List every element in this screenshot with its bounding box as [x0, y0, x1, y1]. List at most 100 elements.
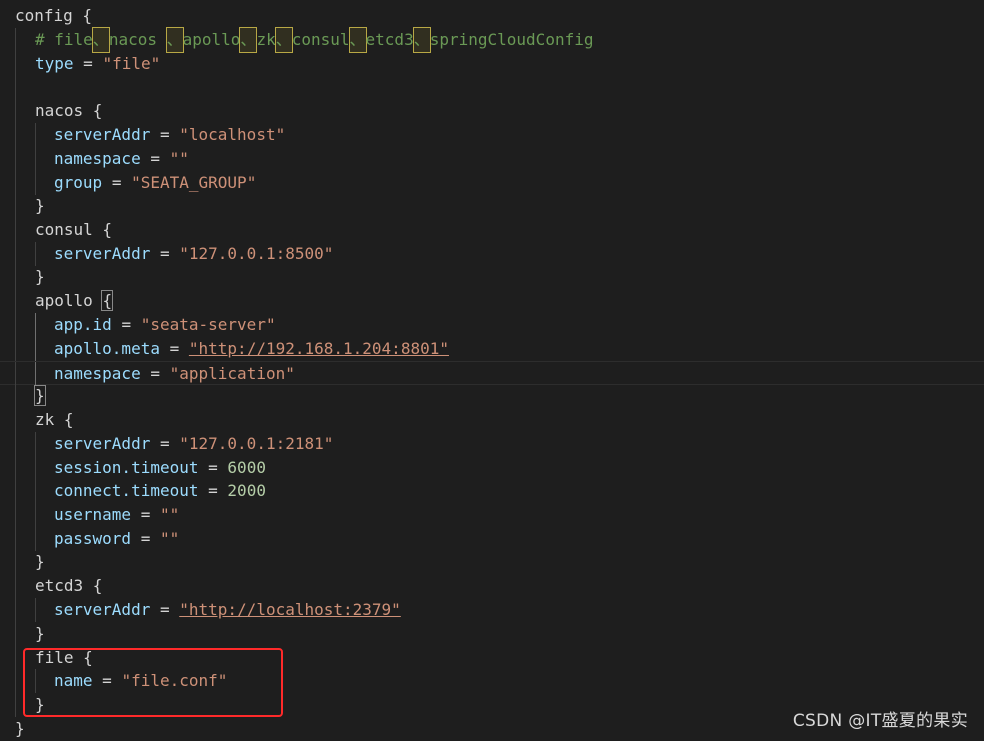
property-key: name: [54, 671, 93, 690]
property-key: type: [35, 54, 74, 73]
code-line[interactable]: serverAddr = "127.0.0.1:2181": [0, 432, 333, 456]
indent-guide: [15, 52, 16, 76]
indent-guide: [35, 362, 36, 386]
block-open: etcd3 {: [35, 576, 103, 595]
indent-guide: [15, 408, 16, 432]
code-line[interactable]: # file、nacos 、apollo、zk、consul、etcd3、spr…: [0, 27, 593, 53]
code-line[interactable]: }: [0, 622, 45, 646]
string-value: "application": [169, 364, 295, 383]
number-value: 6000: [227, 458, 266, 477]
operator: =: [150, 149, 160, 168]
code-line[interactable]: }: [0, 384, 46, 408]
property-key: namespace: [54, 149, 141, 168]
indent-guide: [35, 503, 36, 527]
code-line[interactable]: file {: [0, 646, 93, 670]
indent-guide: [15, 503, 16, 527]
indent-guide: [15, 456, 16, 480]
indent-guide: [15, 574, 16, 598]
property-key: serverAddr: [54, 244, 151, 263]
indent-guide: [15, 289, 16, 313]
code-line[interactable]: }: [0, 194, 45, 218]
code-line[interactable]: connect.timeout = 2000: [0, 479, 266, 503]
indent-guide: [35, 242, 36, 266]
indent-guide: [15, 218, 16, 242]
block-open: apollo {: [35, 290, 114, 311]
code-editor[interactable]: config { # file、nacos 、apollo、zk、consul、…: [0, 0, 984, 741]
code-line[interactable]: zk {: [0, 408, 74, 432]
code-line[interactable]: name = "file.conf": [0, 669, 227, 693]
indent-guide: [15, 337, 16, 361]
matched-bracket: {: [101, 290, 114, 311]
code-line[interactable]: nacos {: [0, 99, 102, 123]
operator: =: [140, 529, 151, 548]
string-value: "file.conf": [121, 671, 228, 690]
block-open: zk {: [35, 410, 74, 429]
indent-guide: [15, 313, 16, 337]
link-value[interactable]: "http://localhost:2379": [179, 600, 401, 619]
code-line[interactable]: password = "": [0, 527, 179, 551]
property-key: session.timeout: [54, 458, 199, 477]
code-line[interactable]: session.timeout = 6000: [0, 456, 266, 480]
indent-guide: [15, 622, 16, 646]
indent-guide: [35, 479, 36, 503]
code-line[interactable]: serverAddr = "localhost": [0, 123, 285, 147]
property-key: serverAddr: [54, 125, 151, 144]
indent-guide: [15, 99, 16, 123]
block-close: }: [35, 695, 45, 714]
code-line[interactable]: serverAddr = "127.0.0.1:8500": [0, 242, 333, 266]
code-line[interactable]: type = "file": [0, 52, 160, 76]
indent-guide: [15, 432, 16, 456]
property-key: password: [54, 529, 132, 548]
indent-guide: [15, 28, 16, 52]
code-line[interactable]: etcd3 {: [0, 574, 102, 598]
code-line[interactable]: }: [0, 265, 45, 289]
number-value: 2000: [227, 481, 266, 500]
property-key: username: [54, 505, 132, 524]
string-value: "localhost": [179, 125, 286, 144]
code-line[interactable]: group = "SEATA_GROUP": [0, 171, 256, 195]
code-line[interactable]: apollo {: [0, 289, 114, 313]
indent-guide: [35, 456, 36, 480]
indent-guide: [15, 194, 16, 218]
code-line-current[interactable]: namespace = "application": [0, 361, 984, 386]
code-line[interactable]: namespace = "": [0, 147, 189, 171]
operator: =: [208, 481, 218, 500]
indent-guide: [35, 527, 36, 551]
operator: =: [140, 505, 151, 524]
code-line[interactable]: }: [0, 550, 45, 574]
indent-guide: [35, 147, 36, 171]
matched-bracket: }: [34, 385, 46, 406]
code-line[interactable]: config {: [0, 4, 92, 28]
code-line[interactable]: username = "": [0, 503, 179, 527]
code-line[interactable]: serverAddr = "http://localhost:2379": [0, 598, 401, 622]
block-close: }: [35, 267, 45, 286]
code-line[interactable]: }: [0, 717, 39, 741]
code-line[interactable]: }: [0, 693, 45, 717]
indent-guide: [15, 362, 16, 386]
indent-guide: [15, 265, 16, 289]
operator: =: [159, 244, 170, 263]
block-close: }: [15, 719, 25, 738]
string-value: "seata-server": [140, 315, 276, 334]
indent-guide: [15, 669, 16, 693]
code-line[interactable]: app.id = "seata-server": [0, 313, 276, 337]
link-value[interactable]: "http://192.168.1.204:8801": [189, 339, 449, 358]
property-key: connect.timeout: [54, 481, 199, 500]
block-open: nacos {: [35, 101, 103, 120]
indent-guide: [15, 384, 16, 408]
indent-guide: [35, 598, 36, 622]
operator: =: [159, 434, 170, 453]
block-open: config {: [15, 6, 93, 25]
operator: =: [150, 364, 160, 383]
operator: =: [159, 125, 170, 144]
string-value: "": [169, 149, 189, 168]
code-line[interactable]: apollo.meta = "http://192.168.1.204:8801…: [0, 337, 449, 361]
block-close: }: [35, 552, 45, 571]
comment: # file、nacos 、apollo、zk、consul、etcd3、spr…: [35, 27, 593, 53]
operator: =: [111, 173, 122, 192]
operator: =: [121, 315, 132, 334]
code-line[interactable]: [0, 76, 39, 100]
code-line[interactable]: consul {: [0, 218, 112, 242]
property-key: namespace: [54, 364, 141, 383]
indent-guide: [15, 171, 16, 195]
